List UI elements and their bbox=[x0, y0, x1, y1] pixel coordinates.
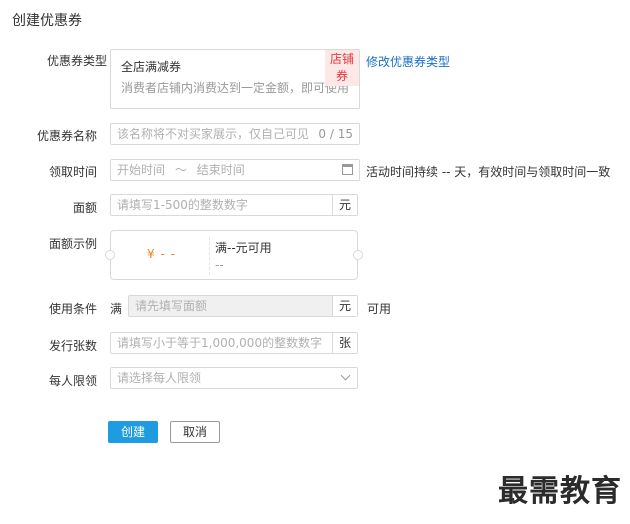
usage-condition-label: 使用条件 bbox=[48, 302, 97, 316]
create-button[interactable]: 创建 bbox=[108, 421, 158, 443]
usage-condition-unit: 元 bbox=[332, 296, 357, 316]
claim-time-label: 领取时间 bbox=[48, 165, 97, 179]
coupon-name-placeholder: 该名称将不对买家展示，仅自己可见 bbox=[117, 127, 310, 141]
claim-time-separator: ～ bbox=[174, 163, 187, 177]
example-subtext: -- bbox=[215, 258, 224, 272]
example-price: ¥ - - bbox=[147, 247, 176, 261]
coupon-type-name: 全店满减券 bbox=[121, 60, 182, 74]
chevron-down-icon bbox=[340, 370, 351, 381]
usage-condition-placeholder: 请先填写面额 bbox=[135, 299, 208, 313]
face-value-unit: 元 bbox=[332, 195, 357, 215]
coupon-example-card: ¥ - - 满--元可用 -- bbox=[105, 230, 363, 280]
example-label: 面额示例 bbox=[48, 237, 97, 251]
coupon-type-tag: 店铺券 bbox=[325, 50, 359, 86]
claim-start-placeholder: 开始时间 bbox=[117, 163, 166, 177]
issue-count-unit: 张 bbox=[332, 333, 357, 353]
claim-time-range-picker[interactable]: 开始时间 ～ 结束时间 bbox=[110, 159, 360, 181]
face-value-placeholder: 请填写1-500的整数数字 bbox=[117, 198, 248, 212]
issue-count-label: 发行张数 bbox=[48, 339, 97, 353]
example-notch-right bbox=[353, 250, 363, 260]
watermark-logo: 最需教育 bbox=[498, 474, 622, 509]
coupon-type-description: 消费者店铺内消费达到一定金额，即可使用 bbox=[121, 81, 350, 95]
issue-count-input[interactable]: 请填写小于等于1,000,000的整数数字 张 bbox=[110, 332, 358, 354]
coupon-name-input[interactable]: 该名称将不对买家展示，仅自己可见 0 / 15 bbox=[110, 123, 360, 145]
coupon-type-label: 优惠券类型 bbox=[46, 54, 107, 68]
per-person-limit-select[interactable]: 请选择每人限领 bbox=[110, 367, 358, 389]
example-condition: 满--元可用 bbox=[215, 241, 272, 255]
face-value-input[interactable]: 请填写1-500的整数数字 元 bbox=[110, 194, 358, 216]
per-person-limit-placeholder: 请选择每人限领 bbox=[117, 371, 202, 385]
page-title: 创建优惠券 bbox=[12, 13, 82, 29]
calendar-icon[interactable] bbox=[342, 164, 353, 175]
per-person-limit-label: 每人限领 bbox=[48, 374, 97, 388]
usage-condition-input[interactable]: 请先填写面额 元 bbox=[128, 295, 358, 317]
usage-condition-suffix: 可用 bbox=[367, 302, 392, 316]
example-notch-left bbox=[105, 250, 115, 260]
coupon-name-counter: 0 / 15 bbox=[318, 127, 353, 141]
claim-time-hint: 活动时间持续 -- 天，有效时间与领取时间一致 bbox=[366, 165, 611, 179]
usage-condition-prefix: 满 bbox=[110, 302, 123, 316]
face-value-label: 面额 bbox=[72, 201, 97, 215]
claim-end-placeholder: 结束时间 bbox=[196, 163, 245, 177]
example-divider bbox=[209, 237, 210, 275]
cancel-button[interactable]: 取消 bbox=[170, 421, 220, 443]
change-coupon-type-link[interactable]: 修改优惠券类型 bbox=[366, 53, 450, 70]
coupon-name-label: 优惠券名称 bbox=[36, 129, 97, 143]
coupon-type-card[interactable]: 全店满减券 消费者店铺内消费达到一定金额，即可使用 店铺券 bbox=[110, 49, 360, 109]
issue-count-placeholder: 请填写小于等于1,000,000的整数数字 bbox=[117, 336, 323, 350]
